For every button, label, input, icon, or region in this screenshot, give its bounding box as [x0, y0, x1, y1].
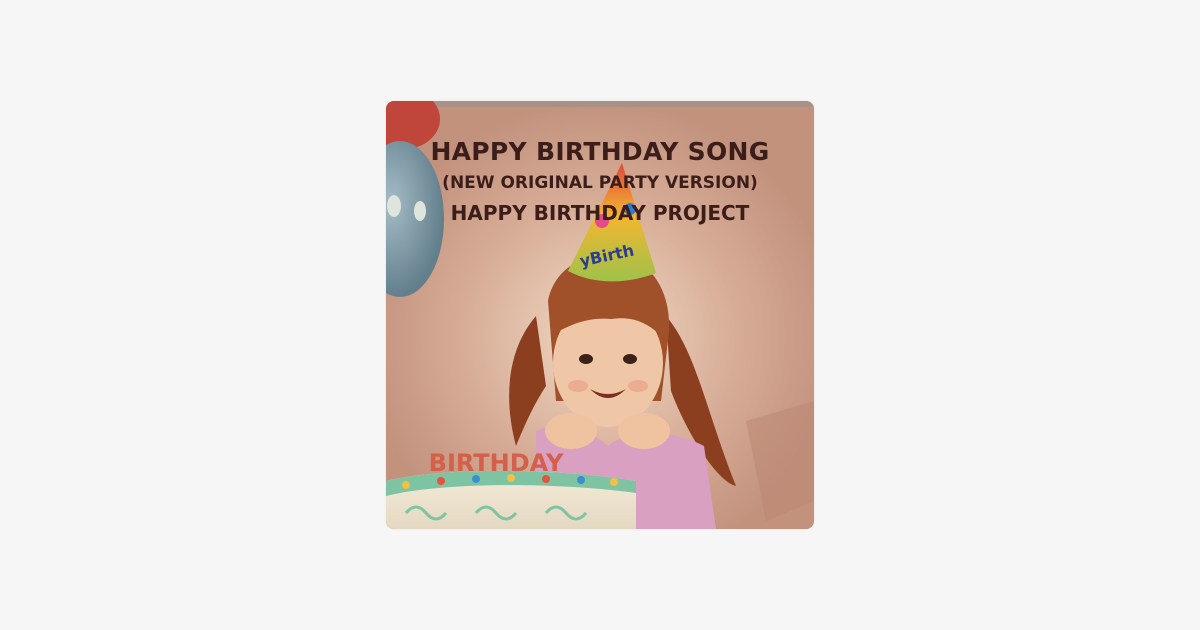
artwork-title: HAPPY BIRTHDAY SONG [430, 137, 770, 166]
artwork-top-strip [386, 101, 814, 107]
album-artwork: yBirth BIRTHDAY HAPPY BIRTHDAY SONG (NEW… [386, 101, 814, 529]
artwork-artist: HAPPY BIRTHDAY PROJECT [450, 201, 750, 225]
artwork-subtitle: (NEW ORIGINAL PARTY VERSION) [442, 173, 758, 193]
cake-candle-letters: BIRTHDAY [429, 449, 564, 477]
